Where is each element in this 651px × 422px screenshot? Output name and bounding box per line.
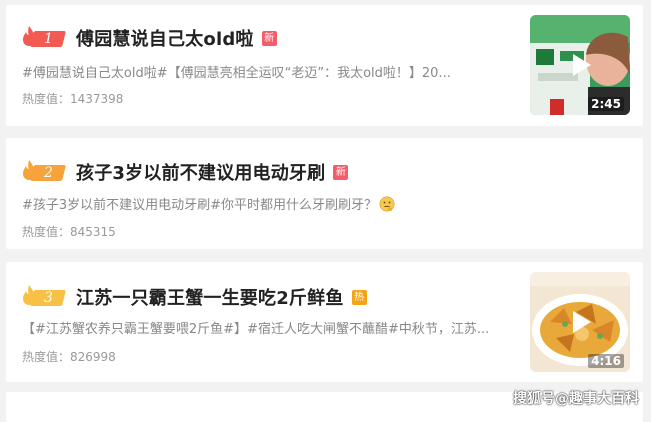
item-title[interactable]: 江苏一只霸王蟹一生要吃2斤鲜鱼 bbox=[76, 284, 344, 310]
watermark: 搜狐号@趣事大百科 bbox=[513, 391, 639, 407]
hot-list-item-2[interactable]: 2 孩子3岁以前不建议用电动牙刷 新 #孩子3岁以前不建议用电动牙刷#你平时都用… bbox=[6, 138, 643, 249]
rank-number: 2 bbox=[44, 165, 53, 181]
video-duration: 4:16 bbox=[588, 354, 624, 368]
hot-badge: 热 bbox=[351, 289, 367, 305]
thinking-emoji-icon bbox=[379, 196, 395, 211]
heat-value: 热度值：826998 bbox=[22, 350, 116, 364]
rank-tag: 1 bbox=[22, 26, 68, 49]
item-header: 3 江苏一只霸王蟹一生要吃2斤鲜鱼 热 bbox=[22, 284, 367, 310]
video-thumbnail[interactable]: 2:45 bbox=[530, 15, 630, 115]
play-icon[interactable] bbox=[565, 50, 595, 80]
rank-number: 3 bbox=[44, 290, 53, 306]
hot-list-item-1[interactable]: 1 傅园慧说自己太old啦 新 #傅园慧说自己太old啦#【傅园慧亮相全运叹“老… bbox=[6, 5, 643, 126]
item-header: 1 傅园慧说自己太old啦 新 bbox=[22, 25, 277, 51]
item-description[interactable]: #孩子3岁以前不建议用电动牙刷#你平时都用什么牙刷刷牙？ bbox=[22, 194, 422, 213]
heat-value: 热度值：845315 bbox=[22, 225, 116, 239]
video-duration: 2:45 bbox=[588, 97, 624, 111]
item-title[interactable]: 孩子3岁以前不建议用电动牙刷 bbox=[76, 159, 325, 185]
new-badge: 新 bbox=[261, 30, 277, 46]
hot-list-item-3[interactable]: 3 江苏一只霸王蟹一生要吃2斤鲜鱼 热 【#江苏蟹农养只霸王蟹要喂2斤鱼#】#宿… bbox=[6, 262, 643, 382]
item-description-text: #孩子3岁以前不建议用电动牙刷#你平时都用什么牙刷刷牙？ bbox=[22, 198, 378, 213]
play-icon[interactable] bbox=[565, 307, 595, 337]
new-badge: 新 bbox=[333, 164, 349, 180]
video-thumbnail[interactable]: 4:16 bbox=[530, 272, 630, 372]
item-description[interactable]: #傅园慧说自己太old啦#【傅园慧亮相全运叹“老迈”：我太old啦！】20... bbox=[22, 62, 492, 81]
rank-number: 1 bbox=[44, 31, 53, 47]
rank-tag: 2 bbox=[22, 160, 68, 183]
item-description[interactable]: 【#江苏蟹农养只霸王蟹要喂2斤鱼#】#宿迁人吃大闸蟹不蘸醋#中秋节，江苏... bbox=[22, 318, 497, 337]
heat-value: 热度值：1437398 bbox=[22, 92, 124, 106]
item-header: 2 孩子3岁以前不建议用电动牙刷 新 bbox=[22, 159, 349, 185]
item-title[interactable]: 傅园慧说自己太old啦 bbox=[76, 25, 254, 51]
rank-tag: 3 bbox=[22, 285, 68, 308]
